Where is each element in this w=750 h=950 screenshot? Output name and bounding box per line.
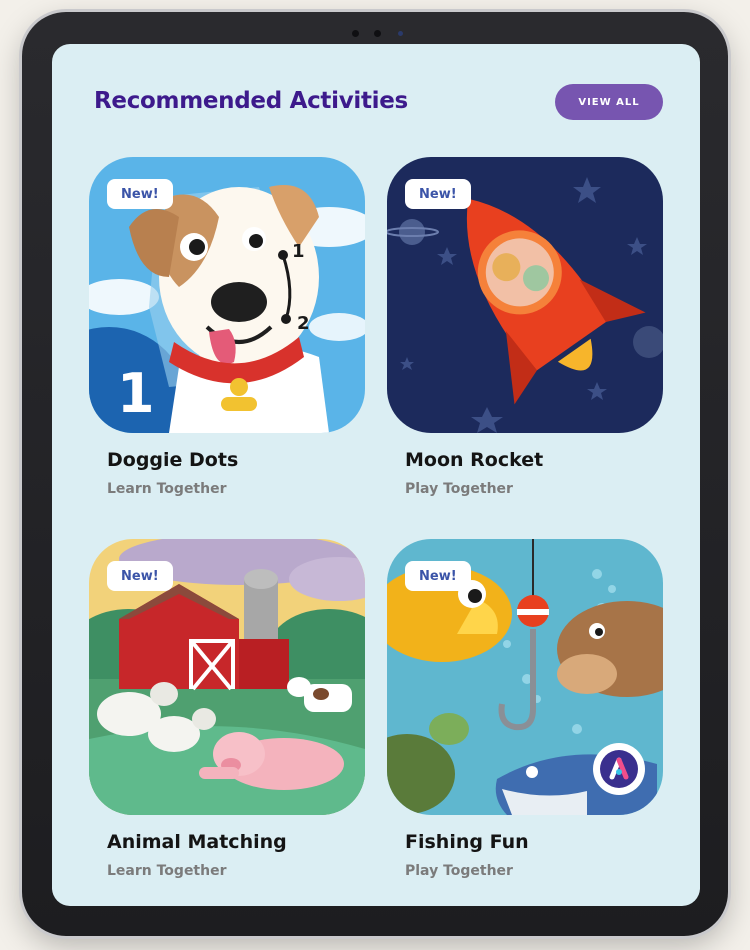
app-logo-icon [593,743,645,795]
new-badge: New! [107,179,173,209]
activity-subtitle: Play Together [405,863,513,879]
activity-title[interactable]: Moon Rocket [405,449,543,471]
activity-card-doggie-dots[interactable]: 1 2 1 New! Doggie Dots Learn Together [89,157,365,497]
new-badge: New! [405,561,471,591]
new-badge: New! [405,179,471,209]
doggie-dots-thumbnail[interactable]: 1 2 1 New! [89,157,365,433]
view-all-button[interactable]: VIEW ALL [555,84,663,120]
camera-icon [374,30,381,37]
fishing-fun-thumbnail[interactable]: New! [387,539,663,815]
activity-card-fishing-fun[interactable]: New! Fishing Fun Play Together [387,539,663,879]
activity-subtitle: Play Together [405,481,513,497]
dot-number-1: 1 [292,241,305,262]
activity-card-moon-rocket[interactable]: New! Moon Rocket Play Together [387,157,663,497]
activity-title[interactable]: Doggie Dots [107,449,238,471]
page-title: Recommended Activities [94,88,408,114]
animal-matching-thumbnail[interactable]: New! [89,539,365,815]
activity-subtitle: Learn Together [107,863,227,879]
sensor-dot [352,30,359,37]
big-number: 1 [117,362,155,425]
moon-rocket-thumbnail[interactable]: New! [387,157,663,433]
app-screen: Recommended Activities VIEW ALL 1 2 1 Ne… [52,44,700,906]
activity-subtitle: Learn Together [107,481,227,497]
activity-title[interactable]: Fishing Fun [405,831,529,853]
dot-number-2: 2 [297,313,310,334]
activity-title[interactable]: Animal Matching [107,831,287,853]
indicator-dot [398,31,403,36]
activity-card-animal-matching[interactable]: New! Animal Matching Learn Together [89,539,365,879]
new-badge: New! [107,561,173,591]
camera-bar [352,26,432,40]
